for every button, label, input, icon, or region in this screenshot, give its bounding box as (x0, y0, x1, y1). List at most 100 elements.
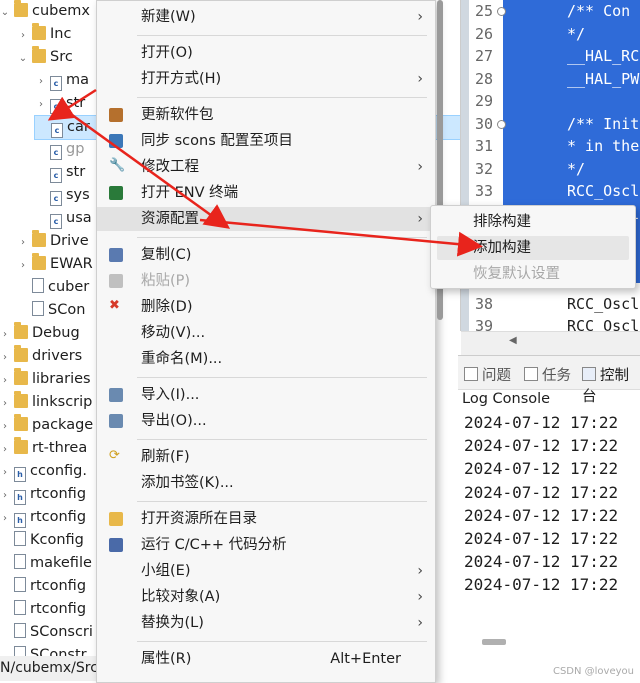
chevron-right-icon[interactable]: › (0, 484, 12, 507)
console-icon (582, 367, 596, 381)
tab-problems[interactable]: 问题 (464, 364, 511, 385)
chevron-right-icon[interactable]: › (0, 415, 12, 438)
menu-item-item-9[interactable]: 资源配置 › (97, 207, 435, 231)
menu-item-item-5[interactable]: 更新软件包 (97, 103, 435, 127)
chevron-down-icon[interactable]: ⌄ (16, 47, 30, 70)
menu-item-o[interactable]: 打开(O) (97, 41, 435, 65)
tree-item-label: sys (66, 187, 90, 203)
fold-icon[interactable] (497, 7, 506, 16)
chevron-right-icon[interactable]: › (34, 70, 48, 93)
menu-item-c[interactable]: 复制(C) (97, 243, 435, 267)
menu-item-label: 更新软件包 (141, 107, 214, 123)
tree-item-label: drivers (32, 348, 83, 364)
menu-item-shortcut: Alt+Enter (330, 651, 401, 667)
folder-icon (32, 23, 46, 40)
chevron-right-icon[interactable]: › (0, 392, 12, 415)
h-file-icon: h (14, 513, 26, 528)
menu-item-m[interactable]: 重命名(M)... (97, 347, 435, 371)
menu-item-label: 打开资源所在目录 (141, 511, 257, 527)
delete-icon: ✖ (109, 298, 120, 313)
code-line[interactable]: */ (567, 158, 585, 181)
file-icon (32, 278, 44, 293)
menu-item-label: 移动(V)... (141, 325, 206, 341)
menu-item-scons[interactable]: 同步 scons 配置至项目 (97, 129, 435, 153)
chevron-right-icon[interactable]: › (34, 93, 48, 116)
menu-item-label: 运行 C/C++ 代码分析 (141, 537, 287, 553)
menu-item-item-23[interactable]: 打开资源所在目录 (97, 507, 435, 531)
chevron-right-icon[interactable]: › (0, 507, 12, 530)
folder-icon (14, 322, 28, 339)
c-file-icon: c (50, 76, 62, 91)
menu-item-label: 导入(I)... (141, 387, 200, 403)
tab-console[interactable]: 控制台 (582, 364, 640, 406)
menu-item-env[interactable]: 打开 ENV 终端 (97, 181, 435, 205)
editor-hscrollbar[interactable] (461, 331, 640, 356)
line-number: 31 (475, 137, 494, 155)
folder-icon (14, 414, 28, 431)
menu-item-r[interactable]: 属性(R) Alt+Enter (97, 647, 435, 671)
refresh-icon: ⟳ (109, 448, 120, 463)
console-line: 2024-07-12 17:22 (464, 413, 619, 432)
folder-icon (14, 0, 28, 17)
menu-item-label: 资源配置 (141, 211, 199, 227)
menu-item-w[interactable]: 新建(W) › (97, 5, 435, 29)
c-file-icon: c (50, 145, 62, 160)
code-line[interactable]: __HAL_RC (567, 45, 639, 68)
copy-icon (109, 248, 123, 262)
menu-item-d[interactable]: ✖ 删除(D) (97, 295, 435, 319)
console-scrollbar[interactable] (482, 639, 506, 645)
code-line[interactable]: /** Init (567, 113, 639, 136)
menu-item-o[interactable]: 导出(O)... (97, 409, 435, 433)
chevron-right-icon[interactable]: › (0, 346, 12, 369)
submenu-item: 恢复默认设置 (437, 262, 629, 286)
console-panel: 问题 任务 控制台 Log Console 2024-07-12 17:22 2024… (458, 355, 640, 657)
chevron-right-icon[interactable]: › (0, 323, 12, 346)
chevron-right-icon[interactable]: › (16, 24, 30, 47)
code-line[interactable]: __HAL_PW (567, 68, 639, 91)
tree-item-label: car (67, 119, 90, 135)
scroll-left-icon[interactable]: ◀ (509, 331, 517, 351)
menu-item-c-c[interactable]: 运行 C/C++ 代码分析 (97, 533, 435, 557)
menu-item-f[interactable]: ⟳ 刷新(F) (97, 445, 435, 469)
menu-item-h[interactable]: 打开方式(H) › (97, 67, 435, 91)
code-line[interactable]: RCC_Oscl (567, 293, 639, 316)
folder-icon (32, 253, 46, 270)
menu-item-item-7[interactable]: 🔧 修改工程 › (97, 155, 435, 179)
tree-item-label: str (66, 95, 86, 111)
chevron-right-icon[interactable]: › (0, 461, 12, 484)
submenu-item[interactable]: 排除构建 (437, 210, 629, 234)
code-line[interactable]: RCC_Oscl (567, 180, 639, 203)
file-icon (32, 301, 44, 316)
chevron-right-icon[interactable]: › (0, 438, 12, 461)
menu-separator (137, 237, 427, 238)
menu-item-label: 删除(D) (141, 299, 193, 315)
chevron-right-icon[interactable]: › (16, 231, 30, 254)
code-line[interactable]: */ (567, 23, 585, 46)
folder-icon (14, 345, 28, 362)
menu-item-v[interactable]: 移动(V)... (97, 321, 435, 345)
code-line[interactable]: /** Con (567, 0, 630, 23)
chevron-right-icon[interactable]: › (0, 369, 12, 392)
menu-item-e[interactable]: 小组(E) › (97, 559, 435, 583)
tree-item-label: rtconfig (30, 486, 87, 502)
folder-icon (32, 46, 46, 63)
chevron-down-icon[interactable]: ⌄ (0, 1, 12, 24)
menu-item-a[interactable]: 比较对象(A) › (97, 585, 435, 609)
menu-item-l[interactable]: 替换为(L) › (97, 611, 435, 635)
tab-label: 问题 (482, 368, 511, 384)
code-line[interactable]: * in the (567, 135, 639, 158)
menu-item-label: 新建(W) (141, 9, 196, 25)
status-path: N/cubemx/Src (0, 656, 100, 681)
chevron-right-icon[interactable]: › (16, 254, 30, 277)
fold-icon[interactable] (497, 119, 506, 129)
menu-item-i[interactable]: 导入(I)... (97, 383, 435, 407)
submenu-item[interactable]: 添加构建 (437, 236, 629, 260)
menu-item-k[interactable]: 添加书签(K)... (97, 471, 435, 495)
file-icon (14, 623, 26, 638)
h-file-icon: h (14, 467, 26, 482)
tab-tasks[interactable]: 任务 (524, 364, 571, 385)
tree-item-label: libraries (32, 371, 91, 387)
chevron-right-icon: › (417, 211, 423, 227)
line-number: 27 (475, 47, 494, 65)
console-line: 2024-07-12 17:22 (464, 459, 619, 479)
